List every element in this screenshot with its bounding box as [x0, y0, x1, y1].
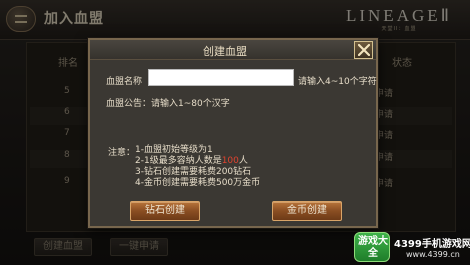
close-icon: [358, 44, 370, 56]
watermark-badge: 游戏大全: [354, 232, 390, 262]
rule-line: 1-血盟初始等级为1: [135, 145, 213, 156]
dialog-header: 创建血盟: [90, 40, 376, 60]
clan-notice-field[interactable]: 血盟公告：请输入1~80个汉字: [106, 96, 230, 109]
rules-label: 注意：: [108, 148, 136, 158]
rule-line: 4-金币创建需要耗费500万金币: [135, 178, 260, 189]
dialog-title: 创建血盟: [203, 45, 247, 58]
diamond-create-button[interactable]: 钻石创建: [130, 201, 200, 221]
rule-text: 3-钻石创建需要耗费200钻石: [135, 167, 252, 177]
rule-text: 2-1级最多容纳人数是: [135, 156, 222, 166]
rule-text: 1-血盟初始等级为1: [135, 145, 213, 155]
rule-line: 3-钻石创建需要耗费200钻石: [135, 167, 251, 178]
clan-name-label: 血盟名称: [106, 77, 143, 87]
gold-create-button[interactable]: 金币创建: [272, 201, 342, 221]
watermark-url: www.4399.cn: [406, 250, 460, 259]
rule-text-suffix: 人: [238, 156, 248, 166]
rule-highlight: 100: [221, 156, 239, 166]
rule-line: 2-1级最多容纳人数是100人: [135, 156, 248, 167]
clan-name-hint: 请输入4~10个字符: [298, 77, 377, 87]
close-button[interactable]: [354, 41, 373, 59]
watermark-text: 4399手机游戏网: [394, 239, 470, 250]
watermark-badge-text: 游戏大全: [358, 236, 388, 259]
create-clan-dialog: 创建血盟 血盟名称 请输入4~10个字符 血盟公告：请输入1~80个汉字 注意：…: [88, 38, 378, 228]
rule-text: 4-金币创建需要耗费500万金币: [135, 178, 261, 188]
site-watermark: 游戏大全 4399手机游戏网 www.4399.cn: [354, 232, 470, 265]
clan-name-input[interactable]: [148, 69, 294, 86]
